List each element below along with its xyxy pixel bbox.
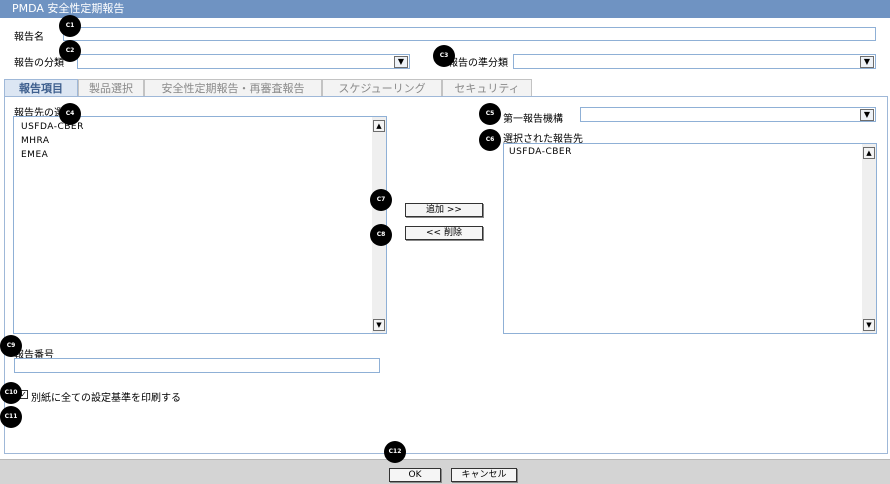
selected-destinations-list[interactable]: USFDA-CBER ▲ ▼ (503, 143, 877, 334)
tab-product-selection[interactable]: 製品選択 (78, 79, 144, 97)
available-destinations-list[interactable]: USFDA-CBER MHRA EMEA ▲ ▼ (13, 116, 387, 334)
callout-marker: C11 (0, 406, 22, 428)
list-item[interactable]: EMEA (21, 149, 48, 161)
primary-agency-label: 第一報告機構 (503, 114, 563, 125)
callout-marker: C12 (384, 441, 406, 463)
report-number-input[interactable] (14, 358, 380, 373)
chevron-down-icon[interactable]: ▼ (394, 56, 408, 68)
report-subcategory-select[interactable]: ▼ (513, 54, 876, 69)
list-item[interactable]: USFDA-CBER (509, 146, 572, 158)
report-subcategory-label: 報告の準分類 (448, 58, 508, 69)
callout-marker: C1 (59, 15, 81, 37)
scroll-up-icon[interactable]: ▲ (863, 147, 875, 159)
callout-marker: C8 (370, 224, 392, 246)
callout-marker: C6 (479, 129, 501, 151)
list-item[interactable]: MHRA (21, 135, 50, 147)
report-name-input[interactable] (63, 27, 876, 41)
callout-marker: C3 (433, 45, 455, 67)
tab-report-items[interactable]: 報告項目 (4, 79, 78, 97)
tab-scheduling[interactable]: スケジューリング (322, 79, 442, 97)
callout-marker: C5 (479, 103, 501, 125)
window-title: PMDA 安全性定期報告 (0, 0, 890, 18)
report-name-label: 報告名 (14, 32, 44, 43)
ok-button[interactable]: OK (389, 468, 441, 482)
add-button[interactable]: 追加 >> (405, 203, 483, 217)
callout-marker: C2 (59, 40, 81, 62)
chevron-down-icon[interactable]: ▼ (860, 109, 874, 121)
remove-button[interactable]: << 削除 (405, 226, 483, 240)
scroll-down-icon[interactable]: ▼ (373, 319, 385, 331)
scrollbar[interactable]: ▲ ▼ (862, 144, 876, 333)
scroll-up-icon[interactable]: ▲ (373, 120, 385, 132)
chevron-down-icon[interactable]: ▼ (860, 56, 874, 68)
scroll-down-icon[interactable]: ▼ (863, 319, 875, 331)
print-criteria-label: 別紙に全ての設定基準を印刷する (31, 393, 181, 404)
callout-marker: C7 (370, 189, 392, 211)
cancel-button[interactable]: キャンセル (451, 468, 517, 482)
callout-marker: C9 (0, 335, 22, 357)
report-category-label: 報告の分類 (14, 58, 64, 69)
callout-marker: C4 (59, 103, 81, 125)
report-category-select[interactable]: ▼ (77, 54, 410, 69)
callout-marker: C10 (0, 382, 22, 404)
tab-periodic-report[interactable]: 安全性定期報告・再審査報告 (144, 79, 322, 97)
footer-bar (0, 459, 890, 484)
primary-agency-select[interactable]: ▼ (580, 107, 876, 122)
tab-security[interactable]: セキュリティ (442, 79, 532, 97)
